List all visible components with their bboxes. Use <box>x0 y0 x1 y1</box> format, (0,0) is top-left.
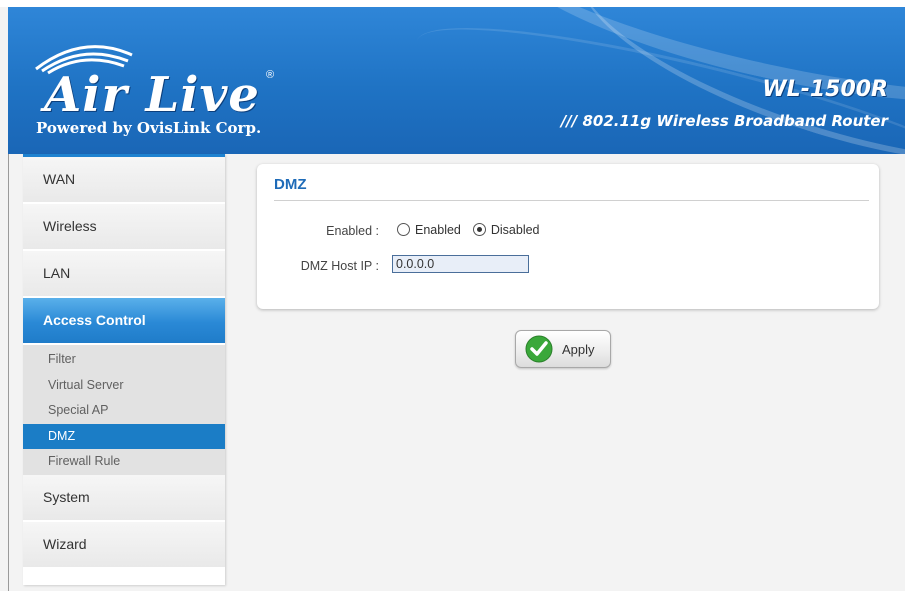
panel-divider <box>274 200 869 201</box>
sidebar-item-wizard[interactable]: Wizard <box>23 521 225 569</box>
check-icon <box>525 335 553 363</box>
apply-button-label: Apply <box>562 342 595 357</box>
model-description: /// 802.11g Wireless Broadband Router <box>560 112 888 130</box>
dmz-host-ip-input[interactable] <box>392 255 529 273</box>
dmz-panel: DMZ Enabled : Enabled Disabled DMZ Host I… <box>257 164 879 309</box>
top-strip <box>0 0 905 7</box>
submenu-item-dmz[interactable]: DMZ <box>23 423 225 450</box>
model-name: WL-1500R <box>762 77 888 102</box>
brand-tagline: Powered by OvisLink Corp. <box>36 119 262 137</box>
submenu-item-filter[interactable]: Filter <box>23 347 225 373</box>
sidebar-item-wireless[interactable]: Wireless <box>23 204 225 251</box>
header-banner: Air Live ® Powered by OvisLink Corp. WL-… <box>8 7 905 154</box>
sidebar-item-wan[interactable]: WAN <box>23 157 225 204</box>
sidebar-item-system[interactable]: System <box>23 474 225 522</box>
sidebar-item-lan[interactable]: LAN <box>23 251 225 298</box>
radio-disabled[interactable] <box>472 223 486 236</box>
registered-mark: ® <box>266 69 275 81</box>
panel-title: DMZ <box>274 176 307 193</box>
radio-enabled[interactable] <box>397 223 410 236</box>
sidebar-submenu: Filter Virtual Server Special AP DMZ Fir… <box>23 345 225 475</box>
submenu-item-special-ap[interactable]: Special AP <box>23 398 225 424</box>
enabled-radio-group: Enabled Disabled <box>397 223 552 237</box>
apply-button[interactable]: Apply <box>515 330 611 368</box>
sidebar: WAN Wireless LAN Access Control Filter V… <box>23 154 225 585</box>
radio-enabled-label[interactable]: Enabled <box>415 223 461 237</box>
left-border <box>8 154 9 591</box>
enabled-label: Enabled : <box>326 224 379 238</box>
dmz-host-ip-label: DMZ Host IP : <box>300 259 379 273</box>
submenu-item-firewall-rule[interactable]: Firewall Rule <box>23 449 225 475</box>
sidebar-item-access-control[interactable]: Access Control <box>23 298 225 345</box>
brand-logo: Air Live <box>44 67 260 123</box>
radio-disabled-label[interactable]: Disabled <box>491 223 540 237</box>
submenu-item-virtual-server[interactable]: Virtual Server <box>23 373 225 399</box>
